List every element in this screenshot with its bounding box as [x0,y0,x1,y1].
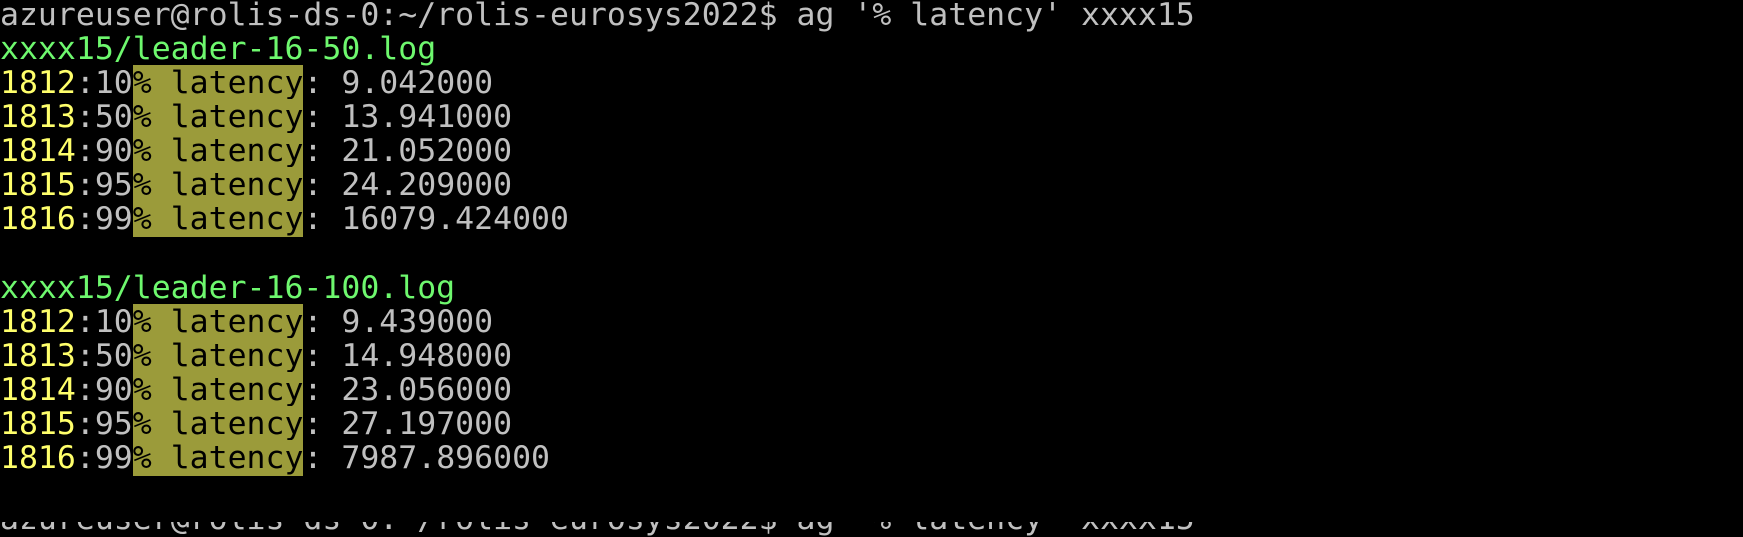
terminal-window[interactable]: azureuser@rolis-ds-0:~/rolis-eurosys2022… [0,0,1743,537]
latency-value: : 14.948000 [303,338,513,374]
match-row: 1815:95% latency: 24.209000 [0,166,512,204]
line-number: 1813 [0,338,76,374]
match-row: 1812:10% latency: 9.439000 [0,303,493,341]
percentile-value: 90 [94,372,133,408]
line-number: 1812 [0,65,76,101]
match-row: 1813:50% latency: 13.941000 [0,98,512,136]
command-prompt-line: azureuser@rolis-ds-0:~/rolis-eurosys2022… [0,0,1195,33]
line-number: 1813 [0,99,76,135]
match-row: 1815:95% latency: 27.197000 [0,405,512,443]
latency-value: : 27.197000 [303,406,513,442]
match-row: 1816:99% latency: 7987.896000 [0,439,550,477]
line-number: 1814 [0,372,76,408]
line-separator: : [75,65,95,101]
search-match-highlight: % latency [132,372,304,408]
percentile-value: 99 [94,201,133,237]
percentile-value: 95 [94,167,133,203]
search-match-highlight: % latency [132,304,304,340]
latency-value: : 24.209000 [303,167,513,203]
next-prompt-line: azureuser@rolis-ds-0:~/rolis-eurosys2022… [0,522,1195,537]
percentile-value: 10 [94,65,133,101]
line-number: 1812 [0,304,76,340]
percentile-value: 50 [94,99,133,135]
latency-value: : 23.056000 [303,372,513,408]
percentile-value: 10 [94,304,133,340]
search-match-highlight: % latency [132,440,304,476]
latency-value: : 9.439000 [303,304,494,340]
search-match-highlight: % latency [132,167,304,203]
line-separator: : [75,201,95,237]
next-prompt-text: azureuser@rolis-ds-0:~/rolis-eurosys2022… [0,522,1195,537]
line-number: 1815 [0,167,76,203]
line-separator: : [75,372,95,408]
search-match-highlight: % latency [132,406,304,442]
search-match-highlight: % latency [132,201,304,237]
line-separator: : [75,406,95,442]
match-row: 1813:50% latency: 14.948000 [0,337,512,375]
line-separator: : [75,304,95,340]
percentile-value: 95 [94,406,133,442]
line-number: 1814 [0,133,76,169]
latency-value: : 9.042000 [303,65,494,101]
latency-value: : 13.941000 [303,99,513,135]
search-match-highlight: % latency [132,99,304,135]
line-number: 1816 [0,201,76,237]
line-separator: : [75,133,95,169]
line-separator: : [75,167,95,203]
line-separator: : [75,338,95,374]
line-separator: : [75,99,95,135]
match-row: 1814:90% latency: 21.052000 [0,132,512,170]
match-row: 1812:10% latency: 9.042000 [0,64,493,102]
search-match-highlight: % latency [132,65,304,101]
search-match-highlight: % latency [132,338,304,374]
percentile-value: 90 [94,133,133,169]
latency-value: : 7987.896000 [303,440,550,476]
match-file-name: xxxx15/leader-16-100.log [0,270,456,306]
line-number: 1815 [0,406,76,442]
match-file-name: xxxx15/leader-16-50.log [0,31,437,67]
line-number: 1816 [0,440,76,476]
percentile-value: 50 [94,338,133,374]
latency-value: : 16079.424000 [303,201,569,237]
latency-value: : 21.052000 [303,133,513,169]
match-row: 1814:90% latency: 23.056000 [0,371,512,409]
line-separator: : [75,440,95,476]
percentile-value: 99 [94,440,133,476]
match-row: 1816:99% latency: 16079.424000 [0,200,569,238]
search-match-highlight: % latency [132,133,304,169]
